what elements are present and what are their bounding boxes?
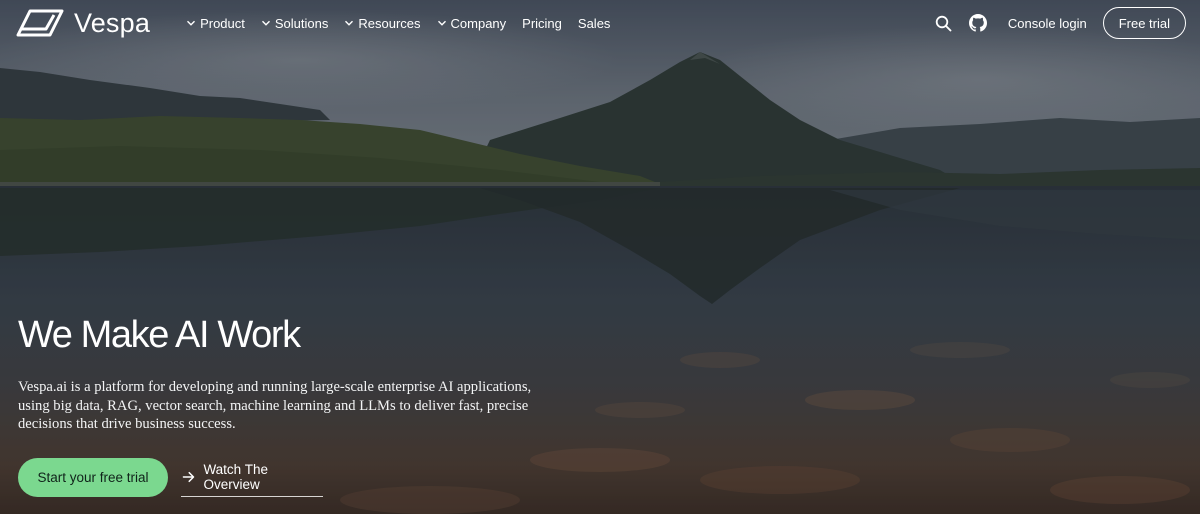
main-menu: Product Solutions Resources Company Pric… <box>178 12 618 35</box>
start-free-trial-button[interactable]: Start your free trial <box>18 458 168 497</box>
hero-description: Vespa.ai is a platform for developing an… <box>18 379 532 432</box>
github-icon <box>968 14 987 32</box>
top-navigation: Vespa Product Solutions Resources Compan… <box>0 0 1200 46</box>
nav-item-label: Sales <box>577 15 611 31</box>
brand-name: Vespa <box>74 7 151 38</box>
chevron-down-icon <box>345 20 354 26</box>
arrow-right-icon <box>182 471 195 483</box>
free-trial-button[interactable]: Free trial <box>1102 7 1186 39</box>
nav-item-resources[interactable]: Resources <box>336 12 428 35</box>
chevron-down-icon <box>437 20 446 26</box>
nav-item-solutions[interactable]: Solutions <box>253 12 336 35</box>
watch-overview-label: Watch The Overview <box>203 462 268 492</box>
nav-actions: Console login Free trial <box>934 7 1186 39</box>
nav-item-sales[interactable]: Sales <box>570 12 619 35</box>
nav-item-pricing[interactable]: Pricing <box>514 12 570 35</box>
watch-overview-link[interactable]: Watch The Overview <box>181 458 323 497</box>
nav-item-company[interactable]: Company <box>429 12 515 35</box>
brand-logo-link[interactable]: Vespa <box>16 8 150 39</box>
search-icon <box>936 15 952 31</box>
vespa-logo-icon <box>16 9 64 37</box>
chevron-down-icon <box>187 20 196 26</box>
nav-item-label: Product <box>200 15 245 31</box>
nav-item-label: Company <box>450 15 507 31</box>
github-link[interactable] <box>968 13 988 33</box>
hero-content: We Make AI Work Vespa.ai is a platform f… <box>18 312 618 434</box>
nav-item-label: Solutions <box>274 15 329 31</box>
nav-item-label: Resources <box>358 15 421 31</box>
hero-headline: We Make AI Work <box>18 314 301 356</box>
nav-item-label: Pricing <box>522 15 562 31</box>
search-button[interactable] <box>934 13 954 33</box>
landscape-background-image <box>0 0 1200 514</box>
chevron-down-icon <box>261 20 270 26</box>
hero-section: Vespa Product Solutions Resources Compan… <box>0 0 1200 514</box>
console-login-link[interactable]: Console login <box>1008 16 1087 31</box>
hero-actions: Start your free trial Watch The Overview <box>18 458 323 497</box>
nav-item-product[interactable]: Product <box>178 12 253 35</box>
